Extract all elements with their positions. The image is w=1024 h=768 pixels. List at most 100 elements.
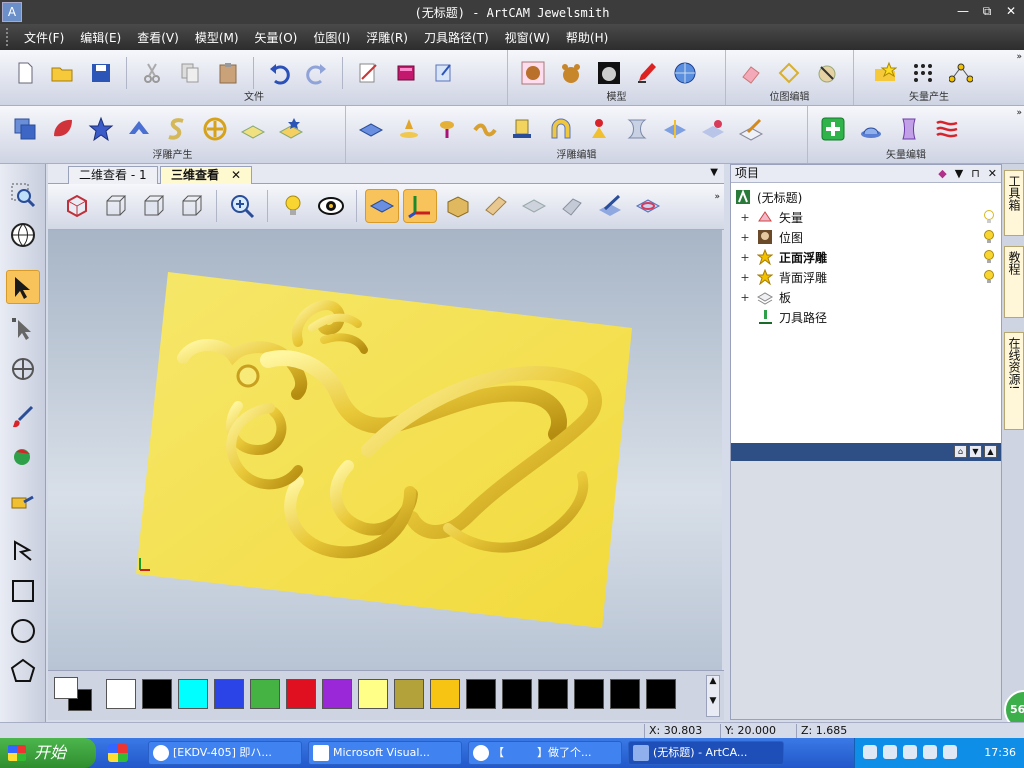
top-view-icon[interactable] bbox=[174, 189, 208, 223]
quick-launch-icon[interactable] bbox=[108, 744, 128, 762]
star-relief-icon[interactable] bbox=[84, 112, 118, 146]
menu-model[interactable]: 模型(M) bbox=[195, 29, 239, 46]
color-swatch[interactable] bbox=[286, 679, 316, 709]
transform-icon[interactable] bbox=[6, 352, 40, 386]
smooth-tool-icon[interactable] bbox=[430, 112, 464, 146]
add-relief-icon[interactable] bbox=[816, 112, 850, 146]
collapse-icon[interactable]: ▼ bbox=[969, 445, 982, 458]
circle-icon[interactable] bbox=[6, 614, 40, 648]
menu-vector[interactable]: 矢量(O) bbox=[255, 29, 298, 46]
undo-icon[interactable] bbox=[262, 56, 296, 90]
color-swatch[interactable] bbox=[574, 679, 604, 709]
color-swatch[interactable] bbox=[646, 679, 676, 709]
node-chain-icon[interactable] bbox=[944, 56, 978, 90]
tree-item-root[interactable]: (无标题) bbox=[735, 187, 997, 207]
antivirus-icon[interactable] bbox=[943, 745, 957, 759]
leaf-relief-icon[interactable] bbox=[46, 112, 80, 146]
notepad-icon[interactable] bbox=[351, 56, 385, 90]
taskbar-item-visual-studio[interactable]: Microsoft Visual... bbox=[308, 741, 462, 765]
visibility-bulb-on-icon[interactable] bbox=[983, 250, 995, 264]
wood-block-icon[interactable] bbox=[479, 189, 513, 223]
tab-3d-view[interactable]: 三维查看 ✕ bbox=[160, 166, 253, 184]
paint-pen-icon[interactable] bbox=[630, 56, 664, 90]
flood-fill-icon[interactable] bbox=[6, 440, 40, 474]
tabs-dropdown-icon[interactable]: ▼ bbox=[710, 167, 718, 178]
sculpt-tool-icon[interactable] bbox=[392, 112, 426, 146]
arrow-relief-icon[interactable] bbox=[122, 112, 156, 146]
knot-relief-icon[interactable] bbox=[198, 112, 232, 146]
menu-view[interactable]: 查看(V) bbox=[137, 29, 179, 46]
palette-brush-icon[interactable] bbox=[810, 56, 844, 90]
tree-item-bitmaps[interactable]: + 位图 bbox=[735, 227, 997, 247]
star-sheet-icon[interactable] bbox=[274, 112, 308, 146]
iso-view-icon[interactable] bbox=[60, 189, 94, 223]
wizard-icon[interactable] bbox=[427, 56, 461, 90]
grey-block-icon[interactable] bbox=[555, 189, 589, 223]
network-icon[interactable] bbox=[903, 745, 917, 759]
color-swatch[interactable] bbox=[106, 679, 136, 709]
tree-item-vectors[interactable]: + 矢量 bbox=[735, 207, 997, 227]
relief-plane-icon[interactable] bbox=[365, 189, 399, 223]
menu-window[interactable]: 视窗(W) bbox=[505, 29, 550, 46]
visibility-bulb-on-icon[interactable] bbox=[983, 230, 995, 244]
taskbar-item-chat[interactable]: 【 】做了个... bbox=[468, 741, 622, 765]
mirror-relief-icon[interactable] bbox=[658, 112, 692, 146]
layers-relief-icon[interactable] bbox=[8, 112, 42, 146]
new-file-icon[interactable] bbox=[8, 56, 42, 90]
teddy-relief-icon[interactable] bbox=[516, 56, 550, 90]
eye-icon[interactable] bbox=[314, 189, 348, 223]
pick-color-icon[interactable] bbox=[6, 484, 40, 518]
panel-pin-icon[interactable]: ◆ bbox=[938, 165, 946, 182]
bitmap-outline-icon[interactable] bbox=[772, 56, 806, 90]
deform-tool-icon[interactable] bbox=[468, 112, 502, 146]
menu-help[interactable]: 帮助(H) bbox=[566, 29, 608, 46]
polygon-icon[interactable] bbox=[6, 654, 40, 688]
viewbar-overflow[interactable]: » bbox=[714, 192, 720, 202]
close-tab-icon[interactable]: ✕ bbox=[231, 168, 241, 182]
book-icon[interactable] bbox=[389, 56, 423, 90]
color-swatch[interactable] bbox=[466, 679, 496, 709]
tree-item-layers[interactable]: + 板 bbox=[735, 287, 997, 307]
color-swatch[interactable] bbox=[178, 679, 208, 709]
flat-relief-icon[interactable] bbox=[354, 112, 388, 146]
palette-scrollbar[interactable]: ▲ ▼ bbox=[706, 675, 720, 717]
visibility-bulb-on-icon[interactable] bbox=[983, 270, 995, 284]
home-icon[interactable]: ⌂ bbox=[954, 445, 967, 458]
menu-relief[interactable]: 浮雕(R) bbox=[366, 29, 408, 46]
open-folder-icon[interactable] bbox=[46, 56, 80, 90]
tab-2d-view[interactable]: 二维查看 - 1 bbox=[68, 166, 158, 184]
color-swatch[interactable] bbox=[610, 679, 640, 709]
offset-tool-icon[interactable] bbox=[506, 112, 540, 146]
dish-relief-icon[interactable] bbox=[854, 112, 888, 146]
vase-relief-icon[interactable] bbox=[892, 112, 926, 146]
expand-icon[interactable]: + bbox=[739, 251, 751, 264]
expand-up-icon[interactable]: ▲ bbox=[984, 445, 997, 458]
expand-icon[interactable]: + bbox=[739, 211, 751, 224]
panel-dock-icon[interactable]: ⊓ bbox=[971, 165, 980, 182]
node-edit-icon[interactable] bbox=[6, 312, 40, 346]
color-swatch[interactable] bbox=[250, 679, 280, 709]
select-arrow-icon[interactable] bbox=[6, 270, 40, 304]
color-swatch[interactable] bbox=[538, 679, 568, 709]
save-icon[interactable] bbox=[84, 56, 118, 90]
restore-button[interactable]: ⧉ bbox=[978, 3, 996, 19]
color-swatch[interactable] bbox=[394, 679, 424, 709]
menu-file[interactable]: 文件(F) bbox=[24, 29, 64, 46]
wave-relief-icon[interactable] bbox=[930, 112, 964, 146]
close-button[interactable]: ✕ bbox=[1002, 3, 1020, 19]
color-swatch[interactable] bbox=[322, 679, 352, 709]
current-colors-icon[interactable] bbox=[54, 677, 94, 713]
taskbar-item-artcam[interactable]: (无标题) - ArtCA... bbox=[628, 741, 784, 765]
expand-icon[interactable]: + bbox=[739, 271, 751, 284]
toolbar-overflow-1[interactable]: » bbox=[1016, 52, 1022, 62]
color-swatch[interactable] bbox=[142, 679, 172, 709]
tree-item-toolpaths[interactable]: 刀具路径 bbox=[735, 307, 997, 327]
grey-plane-icon[interactable] bbox=[517, 189, 551, 223]
expand-icon[interactable]: + bbox=[739, 231, 751, 244]
volume-icon[interactable] bbox=[923, 745, 937, 759]
panel-close-icon[interactable]: ✕ bbox=[988, 165, 997, 182]
menu-grip[interactable] bbox=[6, 28, 12, 46]
paint-brush-icon[interactable] bbox=[6, 400, 40, 434]
tree-item-back-relief[interactable]: + 背面浮雕 bbox=[735, 267, 997, 287]
keyboard-icon[interactable] bbox=[863, 745, 877, 759]
